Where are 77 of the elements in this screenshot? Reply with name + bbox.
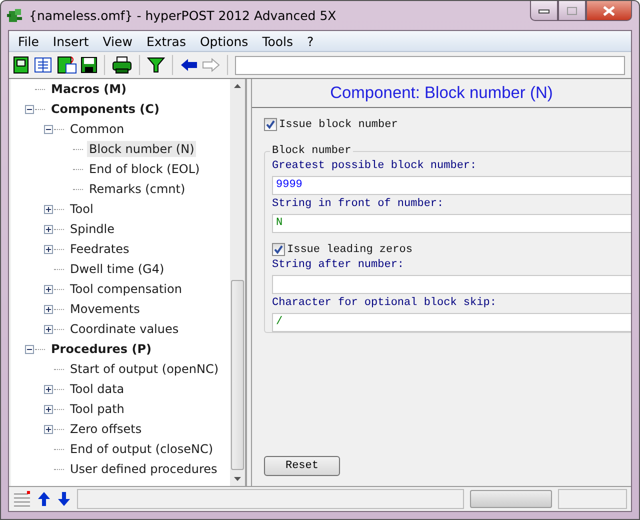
forward-arrow-icon [202,58,220,72]
collapse-icon[interactable] [25,344,34,354]
down-arrow-icon[interactable] [57,491,71,507]
field-label: String after number: [272,259,406,271]
scrollbar-thumb[interactable] [470,490,552,508]
expand-icon[interactable] [44,244,53,254]
menu-item[interactable]: Insert [46,34,96,48]
maximize-button[interactable] [558,1,586,21]
tree-item[interactable]: Feedrates [68,241,132,257]
tree-item[interactable]: Start of output (openNC) [68,361,221,377]
menu-item[interactable]: View [96,34,140,48]
book-icon[interactable] [13,56,29,74]
menu-item[interactable]: Extras [139,34,193,48]
expand-icon[interactable] [44,404,53,414]
tree-item[interactable]: Common [68,121,126,137]
collapse-icon[interactable] [44,124,53,134]
scrollbar[interactable] [230,79,245,486]
minimize-icon [538,8,550,14]
tree-item[interactable]: Tool data [68,381,126,397]
tree-item[interactable]: User defined procedures [68,461,220,477]
checkbox[interactable] [264,118,277,131]
expand-icon[interactable] [44,224,53,234]
menu-item[interactable]: Tools [255,34,300,48]
back-arrow-icon[interactable] [180,58,198,72]
up-arrow-icon[interactable] [37,491,51,507]
group-title: Block number [271,145,352,157]
tree-item[interactable]: Dwell time (G4) [68,261,166,277]
print-icon[interactable] [112,56,132,74]
tree-item[interactable]: Block number (N) [87,141,196,157]
expand-icon[interactable] [44,384,53,394]
app-icon [7,8,23,24]
field-label: Greatest possible block number: [272,160,478,172]
status-field [558,489,627,509]
input-field[interactable]: / [272,313,631,332]
filter-icon[interactable] [147,56,165,74]
menu-item[interactable]: ? [300,34,321,48]
tree-item[interactable]: Tool compensation [68,281,184,297]
expand-icon[interactable] [44,424,53,434]
save-icon[interactable] [81,57,97,73]
tree-item[interactable]: Macros (M) [49,81,129,97]
tree-item[interactable]: Spindle [68,221,117,237]
list-icon[interactable] [13,491,31,507]
minimize-button[interactable] [530,1,558,21]
input-field[interactable] [272,275,631,294]
toolbar-field[interactable] [235,56,625,74]
tree-item[interactable]: Tool path [68,401,126,417]
checkbox-label: Issue leading zeros [287,244,412,256]
panel-title: Component: Block number (N) [330,84,553,102]
input-field[interactable]: N [272,214,631,233]
collapse-icon[interactable] [25,104,34,114]
menu-item[interactable]: File [11,34,46,48]
tree-item[interactable]: Components (C) [49,101,162,117]
tree-item[interactable]: End of output (closeNC) [68,441,216,457]
expand-icon[interactable] [44,324,53,334]
expand-icon[interactable] [44,304,53,314]
expand-icon[interactable] [44,204,53,214]
tree-item[interactable]: Coordinate values [68,321,181,337]
book-with-document-icon[interactable] [57,56,77,74]
checkbox-label: Issue block number [279,118,398,130]
expand-icon[interactable] [44,284,53,294]
input-field[interactable]: 9999 [272,176,631,195]
window-title: {nameless.omf} - hyperPOST 2012 Advanced 5X [29,8,336,23]
close-icon [602,6,616,16]
maximize-icon [566,6,578,16]
field-label: Character for optional block skip: [272,297,498,309]
field-label: String in front of number: [272,198,445,210]
checkbox[interactable] [272,243,285,256]
reset-button[interactable]: Reset [264,456,340,476]
tree-item[interactable]: Remarks (cmnt) [87,181,188,197]
menu-item[interactable]: Options [192,34,256,48]
tree-item[interactable]: Procedures (P) [49,341,154,357]
tree-item[interactable]: Movements [68,301,142,317]
tree-item[interactable]: Zero offsets [68,421,144,437]
tree-item[interactable]: Tool [68,201,96,217]
tree-item[interactable]: End of block (EOL) [87,161,202,177]
document-list-icon[interactable] [33,56,53,74]
close-button[interactable] [586,1,632,21]
